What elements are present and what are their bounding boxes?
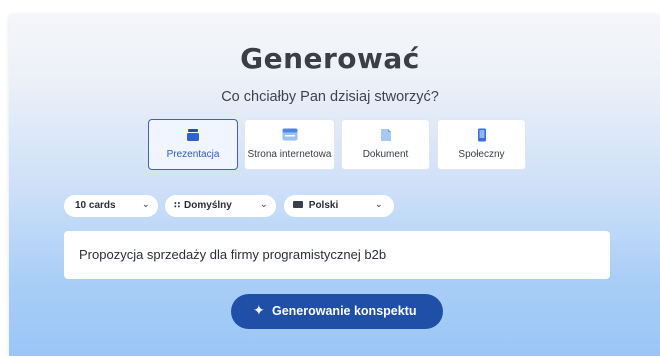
webpage-icon — [245, 128, 334, 142]
page-title: Generować — [240, 42, 420, 75]
document-icon — [342, 128, 429, 142]
theme-select[interactable]: ∷ Domyślny ⌄ — [165, 195, 276, 217]
cards-count-value: 10 cards — [75, 200, 116, 211]
type-card-social[interactable]: Społeczny — [437, 119, 526, 170]
cards-count-select[interactable]: 10 cards ⌄ — [64, 195, 158, 217]
type-card-document[interactable]: Dokument — [341, 119, 430, 170]
type-card-label: Prezentacja — [166, 149, 220, 160]
language-select-content: Polski — [293, 200, 338, 211]
chevron-down-icon: ⌄ — [260, 199, 268, 209]
type-card-label: Dokument — [362, 149, 409, 160]
theme-select-content: ∷ Domyślny — [174, 200, 232, 211]
theme-icon: ∷ — [174, 200, 182, 210]
type-card-webpage[interactable]: Strona internetowa — [244, 119, 335, 170]
generate-outline-button[interactable]: ✦ Generowanie konspektu — [231, 294, 443, 329]
prompt-input-value: Propozycja sprzedaży dla firmy programis… — [79, 247, 387, 262]
type-card-label: Społeczny — [458, 149, 505, 160]
type-card-label: Strona internetowa — [247, 149, 332, 160]
generate-button-label: Generowanie konspektu — [272, 304, 417, 318]
chevron-down-icon: ⌄ — [142, 199, 150, 209]
theme-value: Domyślny — [184, 200, 232, 211]
language-select[interactable]: Polski ⌄ — [284, 195, 394, 217]
presentation-icon — [149, 128, 237, 142]
prompt-input[interactable]: Propozycja sprzedaży dla firmy programis… — [64, 231, 610, 279]
chevron-down-icon: ⌄ — [375, 199, 383, 209]
type-card-presentation[interactable]: Prezentacja — [148, 119, 238, 170]
social-icon — [438, 128, 525, 142]
language-icon — [293, 201, 303, 208]
page-subtitle: Co chciałby Pan dzisiaj stworzyć? — [221, 89, 439, 105]
sparkle-icon: ✦ — [253, 302, 265, 318]
language-value: Polski — [308, 200, 339, 211]
